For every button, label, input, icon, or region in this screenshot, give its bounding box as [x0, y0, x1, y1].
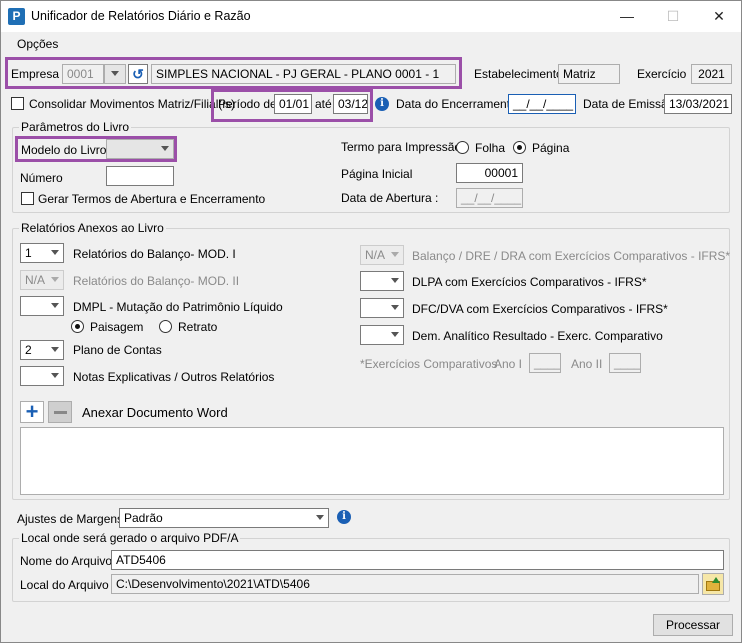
- local-title: Local onde será gerado o arquivo PDF/A: [19, 531, 241, 545]
- dmpl-label: DMPL - Mutação do Patrimônio Líquido: [73, 300, 283, 314]
- estabelecimento-field: Matriz: [558, 64, 620, 84]
- emissao-field[interactable]: 13/03/2021: [664, 94, 732, 114]
- balanco-mod2-dropdown[interactable]: N/A: [20, 270, 64, 290]
- nome-arquivo-field[interactable]: ATD5406: [111, 550, 724, 570]
- retrato-radio[interactable]: [159, 320, 172, 333]
- anexar-label: Anexar Documento Word: [82, 405, 228, 420]
- margens-info-icon[interactable]: i: [337, 510, 351, 524]
- numero-label: Número: [20, 171, 63, 185]
- folder-icon[interactable]: [702, 573, 724, 595]
- local-arquivo-label: Local do Arquivo: [20, 578, 109, 592]
- pagina-inicial-field[interactable]: 00001: [456, 163, 523, 183]
- dlpa-dropdown[interactable]: [360, 271, 404, 291]
- gerar-termos-checkbox[interactable]: [21, 192, 34, 205]
- folha-label: Folha: [475, 141, 506, 155]
- documentos-list[interactable]: [20, 427, 724, 495]
- periodo-ate-label: até: [315, 97, 332, 111]
- periodo-label: Período de: [218, 97, 277, 111]
- ifrs-balanco-dropdown[interactable]: N/A: [360, 245, 404, 265]
- notas-dropdown[interactable]: [20, 366, 64, 386]
- local-arquivo-field: C:\Desenvolvimento\2021\ATD\5406: [111, 574, 699, 594]
- comparativos-label: *Exercícios Comparativos: [360, 357, 498, 371]
- periodo-from-field[interactable]: 01/01: [274, 94, 312, 114]
- estabelecimento-label: Estabelecimento: [474, 67, 563, 81]
- close-button[interactable]: ✕: [696, 5, 742, 27]
- dem-analitico-dropdown[interactable]: [360, 325, 404, 345]
- paisagem-label: Paisagem: [90, 320, 144, 334]
- balanco-mod1-label: Relatórios do Balanço- MOD. I: [73, 247, 236, 261]
- consolidar-checkbox[interactable]: [11, 97, 24, 110]
- balanco-mod2-label: Relatórios do Balanço- MOD. II: [73, 274, 240, 288]
- pagina-label: Página: [532, 141, 570, 155]
- ano2-label: Ano II: [571, 357, 603, 371]
- periodo-to-field[interactable]: 03/12: [333, 94, 368, 114]
- ano2-field[interactable]: ____: [609, 353, 641, 373]
- empresa-code-field[interactable]: 0001: [62, 64, 104, 84]
- processar-button[interactable]: Processar: [653, 614, 733, 636]
- margens-dropdown[interactable]: Padrão: [119, 508, 329, 528]
- balanco-mod1-dropdown[interactable]: 1: [20, 243, 64, 263]
- empresa-label: Empresa: [11, 67, 60, 81]
- empresa-name-field: SIMPLES NACIONAL - PJ GERAL - PLANO 0001…: [151, 64, 456, 84]
- dlpa-label: DLPA com Exercícios Comparativos - IFRS*: [412, 275, 647, 289]
- termo-label: Termo para Impressão: [341, 140, 462, 154]
- ano1-label: Ano I: [494, 357, 523, 371]
- nome-arquivo-label: Nome do Arquivo: [20, 554, 113, 568]
- plano-contas-label: Plano de Contas: [73, 343, 162, 357]
- main-window: P Unificador de Relatórios Diário e Razã…: [0, 0, 742, 643]
- refresh-icon[interactable]: ↺: [128, 64, 148, 84]
- anexos-title: Relatórios Anexos ao Livro: [19, 221, 166, 235]
- dfc-label: DFC/DVA com Exercícios Comparativos - IF…: [412, 302, 668, 316]
- ifrs-balanco-label: Balanço / DRE / DRA com Exercícios Compa…: [412, 249, 731, 263]
- parametros-title: Parâmetros do Livro: [19, 120, 132, 134]
- pagina-inicial-label: Página Inicial: [341, 167, 413, 181]
- minimize-button[interactable]: —: [604, 5, 650, 27]
- add-icon[interactable]: +: [20, 401, 44, 423]
- gerar-termos-label: Gerar Termos de Abertura e Encerramento: [38, 192, 266, 206]
- exercicio-field: 2021: [691, 64, 732, 84]
- periodo-info-icon[interactable]: i: [375, 97, 389, 111]
- menu-opcoes[interactable]: Opções: [17, 37, 58, 51]
- modelo-dropdown[interactable]: [106, 139, 174, 159]
- encerramento-label: Data do Encerramento: [396, 97, 517, 111]
- retrato-label: Retrato: [178, 320, 218, 334]
- paisagem-radio[interactable]: [71, 320, 84, 333]
- plano-contas-dropdown[interactable]: 2: [20, 340, 64, 360]
- exercicio-label: Exercício: [637, 67, 687, 81]
- empresa-dropdown-button[interactable]: [104, 64, 126, 84]
- numero-field[interactable]: [106, 166, 174, 186]
- pagina-radio[interactable]: [513, 141, 526, 154]
- emissao-label: Data de Emissão: [583, 97, 675, 111]
- data-abertura-label: Data de Abertura :: [341, 191, 439, 205]
- maximize-button[interactable]: ☐: [650, 5, 696, 27]
- window-title: Unificador de Relatórios Diário e Razão: [31, 9, 251, 23]
- modelo-label: Modelo do Livro: [21, 143, 107, 157]
- remove-icon[interactable]: [48, 401, 72, 423]
- data-abertura-field[interactable]: __/__/____: [456, 188, 523, 208]
- folha-radio[interactable]: [456, 141, 469, 154]
- consolidar-label: Consolidar Movimentos Matriz/Filial(is): [29, 97, 236, 111]
- app-icon: P: [8, 8, 25, 25]
- margens-label: Ajustes de Margens: [17, 512, 124, 526]
- dfc-dropdown[interactable]: [360, 298, 404, 318]
- notas-label: Notas Explicativas / Outros Relatórios: [73, 370, 275, 384]
- dmpl-dropdown[interactable]: [20, 296, 64, 316]
- ano1-field[interactable]: ____: [529, 353, 561, 373]
- dem-analitico-label: Dem. Analítico Resultado - Exerc. Compar…: [412, 329, 663, 343]
- encerramento-field[interactable]: __/__/____: [508, 94, 576, 114]
